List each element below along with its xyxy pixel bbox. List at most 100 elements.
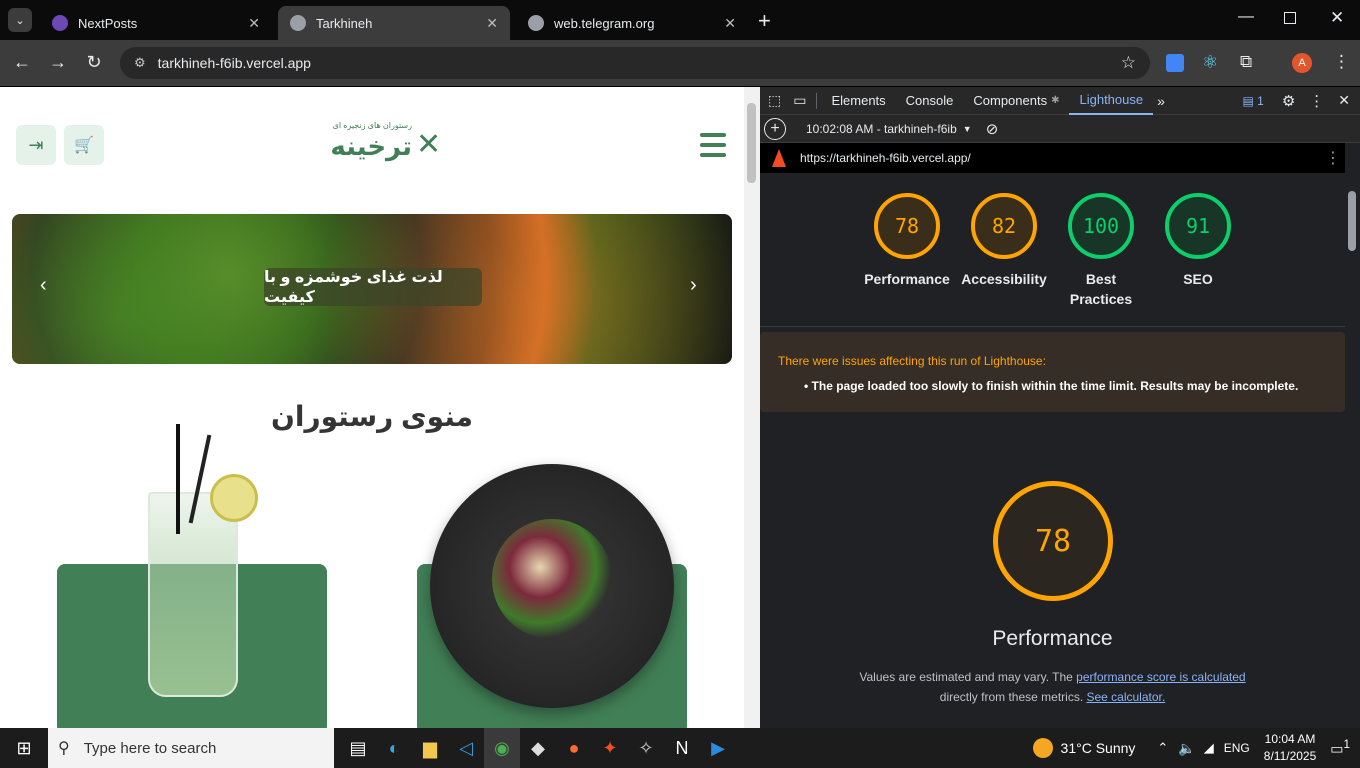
tab-search-button[interactable]: ⌄ xyxy=(8,8,32,32)
score-accessibility[interactable]: 82 Accessibility xyxy=(954,193,1054,289)
tab-tarkhineh[interactable]: Tarkhineh ✕ xyxy=(278,6,510,40)
scrollbar-thumb[interactable] xyxy=(747,103,756,183)
profile-avatar[interactable]: A xyxy=(1292,53,1312,73)
score-calculated-link[interactable]: performance score is calculated xyxy=(1076,670,1245,684)
report-url[interactable]: https://tarkhineh-f6ib.vercel.app/ xyxy=(800,151,971,165)
close-devtools-icon[interactable]: ✕ xyxy=(1338,92,1350,109)
back-icon[interactable]: ← xyxy=(8,52,36,73)
menu-kebab-icon[interactable]: ⋮ xyxy=(1333,52,1350,72)
performance-big-gauge: 78 xyxy=(993,481,1113,601)
score-best-practices[interactable]: 100 Best Practices xyxy=(1051,193,1151,309)
chevron-left-icon[interactable]: ‹ xyxy=(40,274,47,297)
search-icon: ⚲ xyxy=(58,740,70,757)
nextposts-favicon-icon xyxy=(52,15,68,31)
react-devtools-icon[interactable]: ⚛ xyxy=(1202,52,1218,73)
extensions-icon[interactable]: ⧉ xyxy=(1240,52,1252,72)
weather-widget[interactable]: 31°C Sunny xyxy=(1032,738,1135,758)
scrollbar-thumb[interactable] xyxy=(1348,191,1356,251)
lighthouse-toolbar: + 10:02:08 AM - tarkhineh-f6ib ▼ ⊘ xyxy=(760,115,1360,143)
dropdown-caret-icon[interactable]: ▼ xyxy=(963,124,972,134)
tab-elements[interactable]: Elements xyxy=(821,87,895,115)
warning-item: • The page loaded too slowly to finish w… xyxy=(804,379,1299,393)
windows-start-icon[interactable]: ⊞ xyxy=(0,728,48,768)
edge-icon[interactable]: ◐ xyxy=(376,728,412,768)
close-tab-icon[interactable]: ✕ xyxy=(724,15,736,32)
reload-icon[interactable]: ↻ xyxy=(80,52,108,73)
cart-icon: 🛒 xyxy=(74,137,94,154)
address-bar[interactable]: ⚙ tarkhineh-f6ib.vercel.app ☆ xyxy=(120,47,1150,79)
devtools-menu-icon[interactable]: ⋮ xyxy=(1309,92,1324,110)
site-logo[interactable]: رستوران های زنجیره ای ترخینه ✕ xyxy=(330,121,450,171)
performance-description: Values are estimated and may vary. The p… xyxy=(760,667,1345,707)
report-menu-icon[interactable]: ⋮ xyxy=(1325,148,1341,168)
tab-telegram[interactable]: web.telegram.org ✕ xyxy=(516,6,748,40)
notification-center-icon[interactable]: ▭1 xyxy=(1330,738,1350,758)
maximize-icon[interactable] xyxy=(1284,12,1296,24)
file-explorer-icon[interactable]: ▆ xyxy=(412,728,448,768)
salad-plate-image xyxy=(430,464,674,708)
see-calculator-link[interactable]: See calculator. xyxy=(1086,690,1165,704)
task-view-icon[interactable]: ▤ xyxy=(340,728,376,768)
chrome-icon[interactable]: ◉ xyxy=(484,728,520,768)
notification-count: 1 xyxy=(1343,738,1350,752)
straw xyxy=(176,424,180,534)
devtools-scrollbar[interactable] xyxy=(1345,173,1360,728)
tab-title: NextPosts xyxy=(78,15,138,31)
figma-icon[interactable]: ✦ xyxy=(592,728,628,768)
close-tab-icon[interactable]: ✕ xyxy=(486,15,498,32)
bookmark-star-icon[interactable]: ☆ xyxy=(1121,53,1136,73)
cart-button[interactable]: 🛒 xyxy=(64,125,104,165)
tab-components[interactable]: Components ✱ xyxy=(963,87,1069,115)
app-icon[interactable]: ◆ xyxy=(520,728,556,768)
lighthouse-logo-icon xyxy=(772,149,786,167)
score-label: Accessibility xyxy=(961,271,1047,287)
device-toolbar-icon[interactable]: ▭ xyxy=(793,92,806,109)
best-practices-gauge: 100 xyxy=(1068,193,1134,259)
tab-nextposts[interactable]: NextPosts ✕ xyxy=(40,6,272,40)
minimize-icon[interactable]: — xyxy=(1238,8,1254,26)
score-label: SEO xyxy=(1183,271,1213,287)
notion-icon[interactable]: N xyxy=(664,728,700,768)
forward-icon[interactable]: → xyxy=(44,52,72,73)
volume-icon[interactable]: 🔈 xyxy=(1178,740,1195,757)
lighthouse-url-bar: https://tarkhineh-f6ib.vercel.app/ ⋮ xyxy=(760,143,1345,173)
postman-icon[interactable]: ● xyxy=(556,728,592,768)
tray-chevron-icon[interactable]: ⌃ xyxy=(1157,740,1168,756)
language-indicator[interactable]: ENG xyxy=(1224,741,1250,755)
tab-lighthouse[interactable]: Lighthouse xyxy=(1069,87,1154,115)
fork-knife-icon: ✕ xyxy=(416,128,442,161)
menu-title: منوی رستوران xyxy=(270,401,473,432)
new-report-icon[interactable]: + xyxy=(764,117,786,140)
globe-favicon-icon xyxy=(290,15,306,31)
app-icon[interactable]: ▶ xyxy=(700,728,736,768)
taskbar-search[interactable]: ⚲ Type here to search xyxy=(48,728,334,768)
url-text: tarkhineh-f6ib.vercel.app xyxy=(157,55,311,71)
translate-extension-icon[interactable] xyxy=(1166,54,1184,72)
chevron-right-icon[interactable]: › xyxy=(690,274,697,297)
site-info-icon[interactable]: ⚙ xyxy=(134,55,146,71)
issues-badge[interactable]: ▤ 1 xyxy=(1242,94,1263,108)
performance-gauge: 78 xyxy=(874,193,940,259)
tab-console[interactable]: Console xyxy=(896,87,964,115)
globe-favicon-icon xyxy=(528,15,544,31)
clear-report-icon[interactable]: ⊘ xyxy=(986,120,999,138)
tab-title: web.telegram.org xyxy=(554,15,655,31)
inspect-element-icon[interactable]: ⬚ xyxy=(768,92,781,109)
report-selector[interactable]: 10:02:08 AM - tarkhineh-f6ib xyxy=(806,122,957,136)
page-scrollbar[interactable] xyxy=(744,87,760,728)
settings-gear-icon[interactable]: ⚙ xyxy=(1282,92,1295,110)
more-tabs-icon[interactable]: » xyxy=(1157,93,1165,109)
warning-title: There were issues affecting this run of … xyxy=(778,354,1046,368)
close-tab-icon[interactable]: ✕ xyxy=(248,15,260,32)
score-performance[interactable]: 78 Performance xyxy=(857,193,957,289)
new-tab-icon[interactable]: + xyxy=(758,8,771,34)
vscode-icon[interactable]: ◁ xyxy=(448,728,484,768)
score-seo[interactable]: 91 SEO xyxy=(1148,193,1248,289)
close-window-icon[interactable]: ✕ xyxy=(1330,8,1344,28)
windows-taskbar: ⊞ ⚲ Type here to search ▤ ◐ ▆ ◁ ◉ ◆ ● ✦ … xyxy=(0,728,1360,768)
login-button[interactable]: ⇥ xyxy=(16,125,56,165)
clock[interactable]: 10:04 AM 8/11/2025 xyxy=(1264,731,1317,765)
app-icon[interactable]: ✧ xyxy=(628,728,664,768)
hamburger-menu-icon[interactable] xyxy=(700,133,726,157)
network-icon[interactable]: ◢ xyxy=(1204,740,1214,756)
